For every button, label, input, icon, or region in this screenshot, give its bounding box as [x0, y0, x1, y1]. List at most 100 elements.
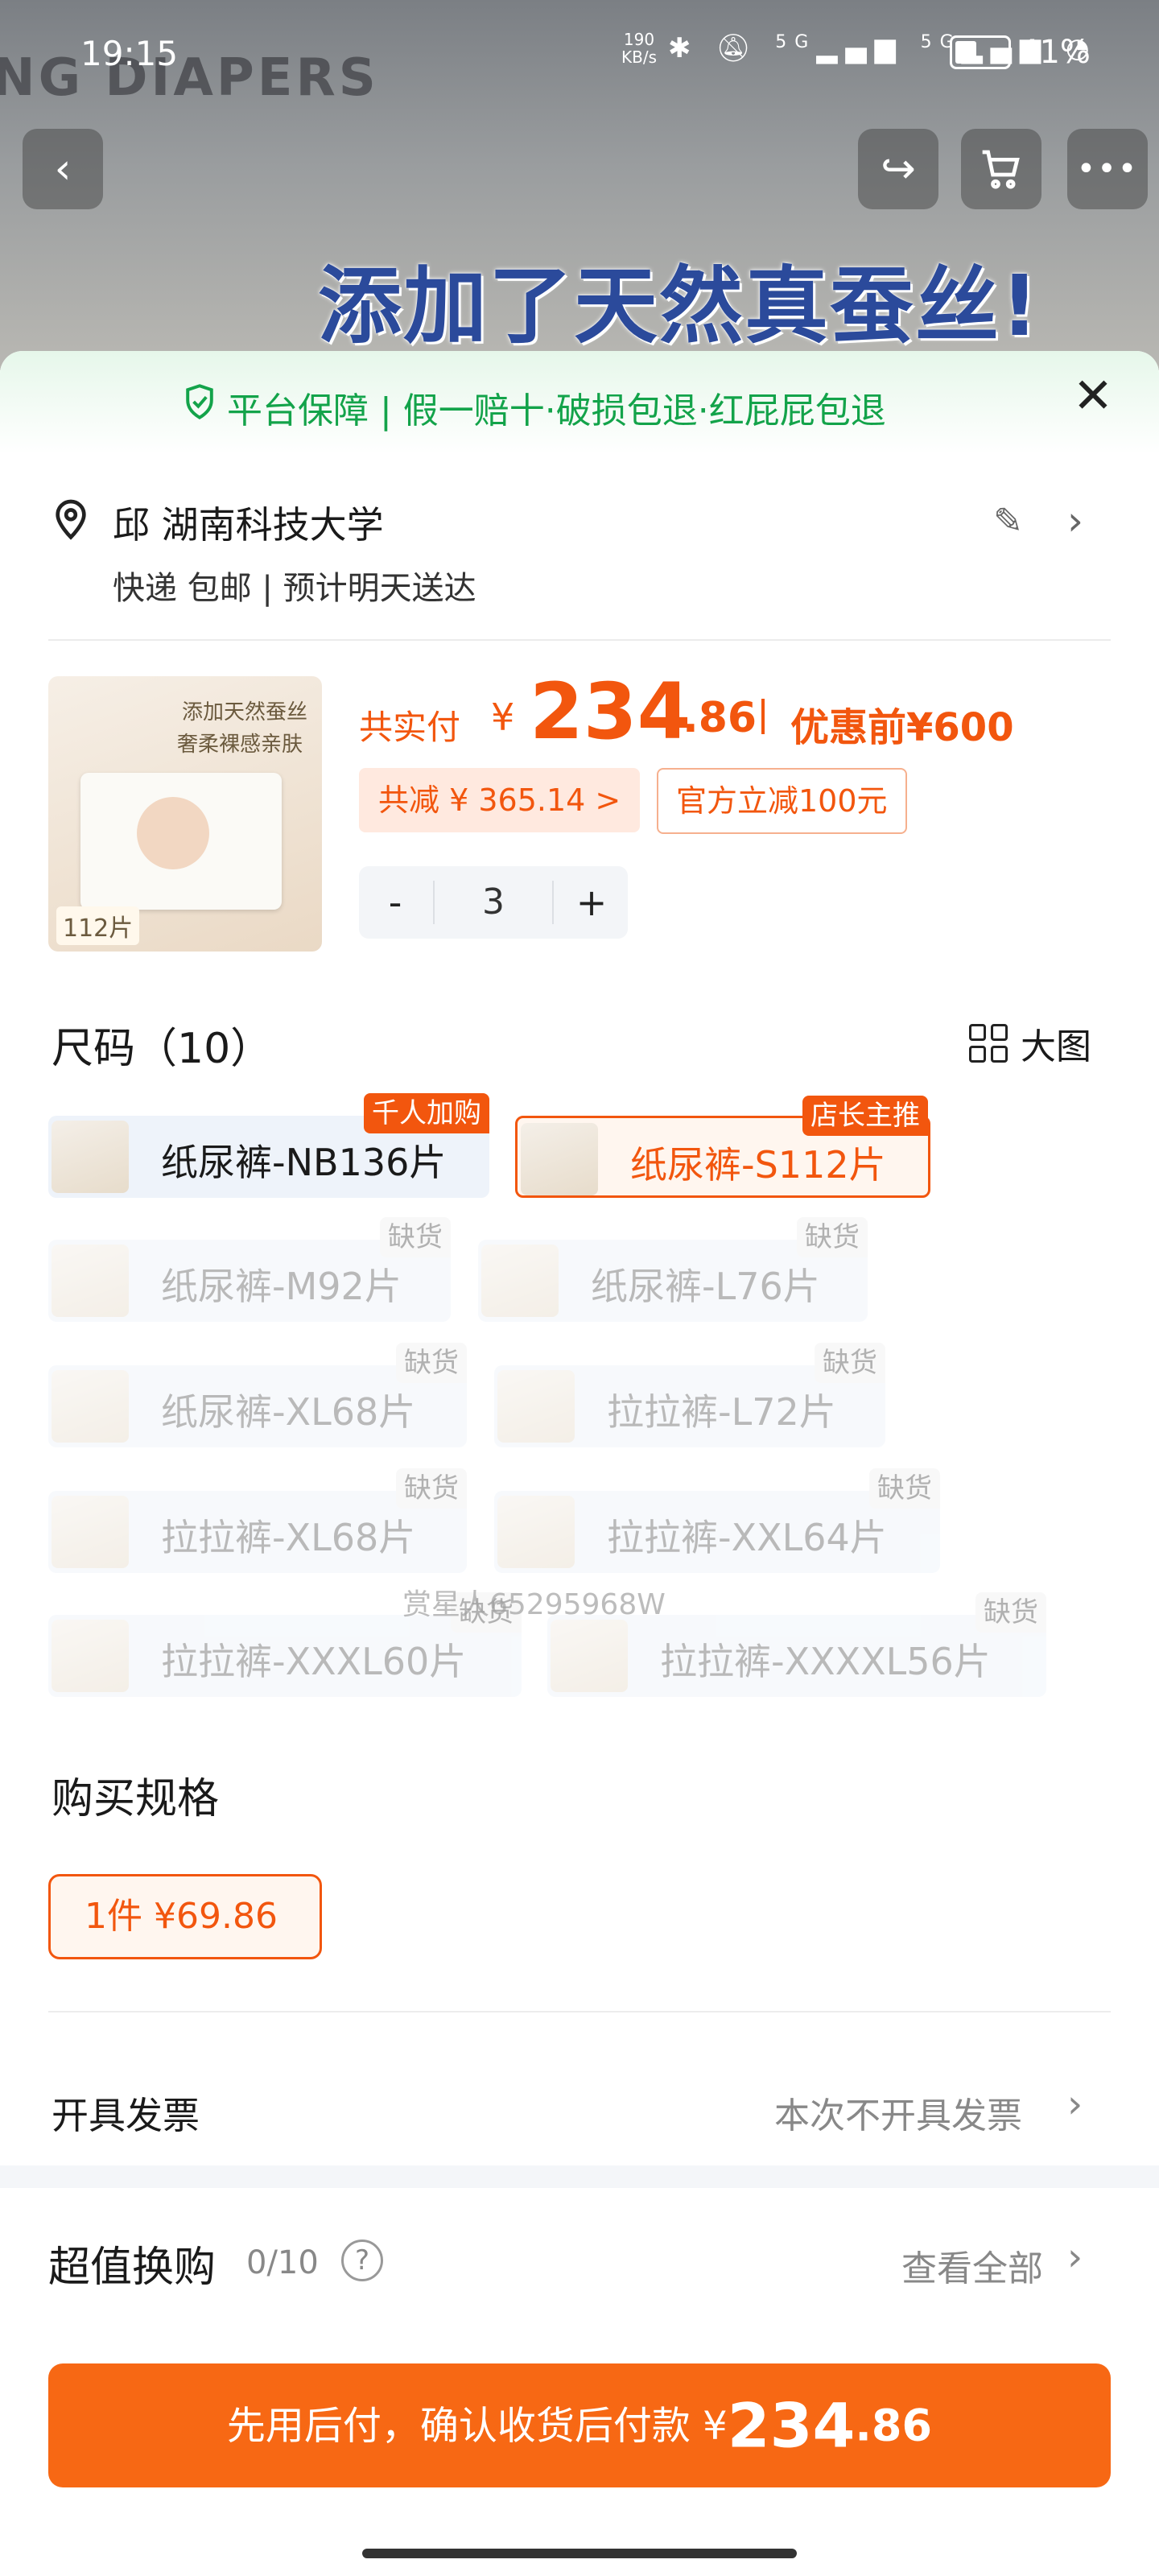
invoice-value: 本次不开具发票 — [774, 2095, 1022, 2136]
cta-amount-int: 234 — [727, 2389, 856, 2462]
size-option-image — [481, 1245, 559, 1317]
home-indicator[interactable] — [362, 2549, 797, 2558]
close-icon: ✕ — [1072, 368, 1114, 424]
thumb-slogan-1: 添加天然蚕丝 — [182, 700, 308, 724]
net-speed-unit: KB/s — [621, 47, 657, 67]
price-integer: 234 — [530, 667, 691, 757]
quantity-value[interactable]: 3 — [433, 881, 554, 924]
size-option-label: 纸尿裤-S112片 — [630, 1143, 886, 1187]
price-decimal: .86 — [683, 694, 757, 742]
size-option: 纸尿裤-L76片 缺货 — [478, 1217, 868, 1322]
shipping-info: 快递 包邮 | 预计明天送达 — [113, 570, 476, 607]
size-option-tag: 缺货 — [396, 1343, 467, 1383]
size-option[interactable]: 纸尿裤-S112片 店长主推 — [515, 1096, 930, 1198]
cart-icon — [982, 150, 1020, 189]
banner-headline: 添加了天然真蚕丝! — [318, 257, 1041, 355]
total-discount-chip[interactable]: 共减 ¥ 365.14 > — [359, 768, 641, 832]
size-option-label: 纸尿裤-M92片 — [161, 1265, 402, 1308]
location-pin-icon — [56, 499, 86, 540]
size-option-tag: 店长主推 — [802, 1096, 928, 1136]
size-option-tag: 缺货 — [815, 1343, 885, 1383]
size-section-title: 尺码（10） — [52, 1025, 273, 1073]
size-option-image — [52, 1620, 129, 1692]
size-option-image — [52, 1496, 129, 1568]
signal-icon: 5G — [775, 32, 817, 52]
invoice-label: 开具发票 — [52, 2094, 200, 2137]
size-option-image — [52, 1245, 129, 1317]
size-option-tag: 缺货 — [396, 1468, 467, 1509]
size-option-image — [497, 1496, 575, 1568]
purchase-sheet: 平台保障 | 假一赔十·破损包退·红屁屁包退 ✕ 邱 湖南科技大学 快递 包邮 … — [0, 351, 1159, 2576]
bluetooth-icon: ✱ — [668, 32, 699, 64]
section-gap — [0, 2165, 1159, 2188]
size-option-label: 拉拉裤-XXL64片 — [607, 1516, 887, 1559]
size-option-image — [52, 1121, 129, 1193]
size-option: 拉拉裤-XL68片 缺货 — [48, 1468, 467, 1573]
pay-later-button[interactable]: 先用后付，确认收货后付款 ¥234.86 — [48, 2363, 1111, 2487]
more-button[interactable]: ••• — [1067, 129, 1148, 209]
size-option-label: 拉拉裤-XXXXL56片 — [660, 1640, 991, 1683]
help-icon[interactable]: ? — [341, 2240, 383, 2281]
platform-guarantee-bar: 平台保障 | 假一赔十·破损包退·红屁屁包退 ✕ — [0, 351, 1159, 454]
grid-view-icon — [969, 1024, 1008, 1063]
share-button[interactable]: ↪ — [858, 129, 938, 209]
baby-image — [137, 797, 209, 869]
signal-bars-icon: ▂▄▆ — [816, 32, 904, 64]
size-option-tag: 缺货 — [380, 1217, 451, 1257]
thumb-count: 112片 — [56, 906, 140, 945]
exchange-count: 0/10 — [246, 2244, 319, 2281]
address-name: 邱 湖南科技大学 — [113, 503, 384, 547]
cta-text: 先用后付，确认收货后付款 ¥ — [226, 2403, 728, 2449]
exchange-title: 超值换购 — [48, 2244, 217, 2292]
size-option[interactable]: 纸尿裤-NB136片 千人加购 — [48, 1093, 489, 1198]
product-thumbnail[interactable]: 添加天然蚕丝 奢柔裸感亲肤 112片 — [48, 676, 322, 952]
size-option: 拉拉裤-XXXXL56片 缺货 — [547, 1592, 1046, 1697]
size-option-label: 拉拉裤-L72片 — [607, 1390, 836, 1434]
divider — [48, 2011, 1111, 2013]
size-option: 纸尿裤-XL68片 缺货 — [48, 1343, 467, 1447]
guarantee-text: 平台保障 | 假一赔十·破损包退·红屁屁包退 — [227, 390, 886, 431]
mute-icon: 🔕︎ — [716, 32, 759, 64]
size-option-label: 纸尿裤-L76片 — [591, 1265, 820, 1308]
edit-address-button[interactable]: ✎ — [993, 501, 1023, 542]
size-option-tag: 千人加购 — [364, 1093, 489, 1133]
size-option-label: 拉拉裤-XL68片 — [161, 1516, 416, 1559]
size-option-label: 拉拉裤-XXXL60片 — [161, 1640, 467, 1683]
battery-icon — [950, 35, 1011, 69]
price-label: 共实付 — [359, 708, 461, 747]
size-option-image — [497, 1370, 575, 1443]
chevron-right-icon: › — [1067, 2235, 1083, 2280]
close-button[interactable]: ✕ — [1070, 372, 1116, 420]
size-option-image — [521, 1123, 598, 1195]
price-currency: ¥ — [491, 696, 515, 739]
status-net-speed: 190 KB/s — [621, 31, 657, 66]
decrease-button[interactable]: - — [359, 866, 431, 939]
official-discount-chip: 官方立减100元 — [657, 768, 907, 834]
big-image-label: 大图 — [1021, 1026, 1091, 1067]
cart-button[interactable] — [961, 129, 1041, 209]
more-dots-icon: ••• — [1076, 151, 1139, 188]
back-button[interactable]: ‹ — [23, 129, 103, 209]
thumb-slogan-2: 奢柔裸感亲肤 — [177, 733, 303, 757]
original-price: 优惠前¥600 — [790, 705, 1014, 750]
chevron-right-icon: › — [1067, 2082, 1083, 2127]
size-option: 纸尿裤-M92片 缺货 — [48, 1217, 451, 1322]
spec-option-selected[interactable]: 1件 ¥69.86 — [48, 1874, 322, 1959]
net-speed-value: 190 — [623, 30, 655, 49]
size-option: 拉拉裤-XXL64片 缺货 — [494, 1468, 940, 1573]
view-all-link[interactable]: 查看全部 — [901, 2240, 1043, 2291]
size-option-image — [551, 1620, 628, 1692]
status-time: 19:15 — [80, 34, 179, 73]
size-option-label: 纸尿裤-XL68片 — [161, 1390, 416, 1434]
status-bar: 19:15 190 KB/s ✱ 🔕︎ 5G▂▄▆ 5G▂▄▆ ◔ 41% — [0, 0, 1159, 105]
chevron-right-icon: › — [1067, 497, 1083, 544]
share-icon: ↪ — [881, 145, 916, 193]
big-image-toggle[interactable]: 大图 — [969, 1018, 1091, 1069]
size-option-label: 纸尿裤-NB136片 — [161, 1141, 447, 1184]
size-option-tag: 缺货 — [975, 1592, 1046, 1633]
spec-section-title: 购买规格 — [52, 1775, 220, 1823]
increase-button[interactable]: + — [555, 866, 628, 939]
shield-check-icon — [186, 384, 213, 420]
pencil-icon: ✎ — [993, 501, 1023, 542]
size-option-tag: 缺货 — [869, 1468, 940, 1509]
